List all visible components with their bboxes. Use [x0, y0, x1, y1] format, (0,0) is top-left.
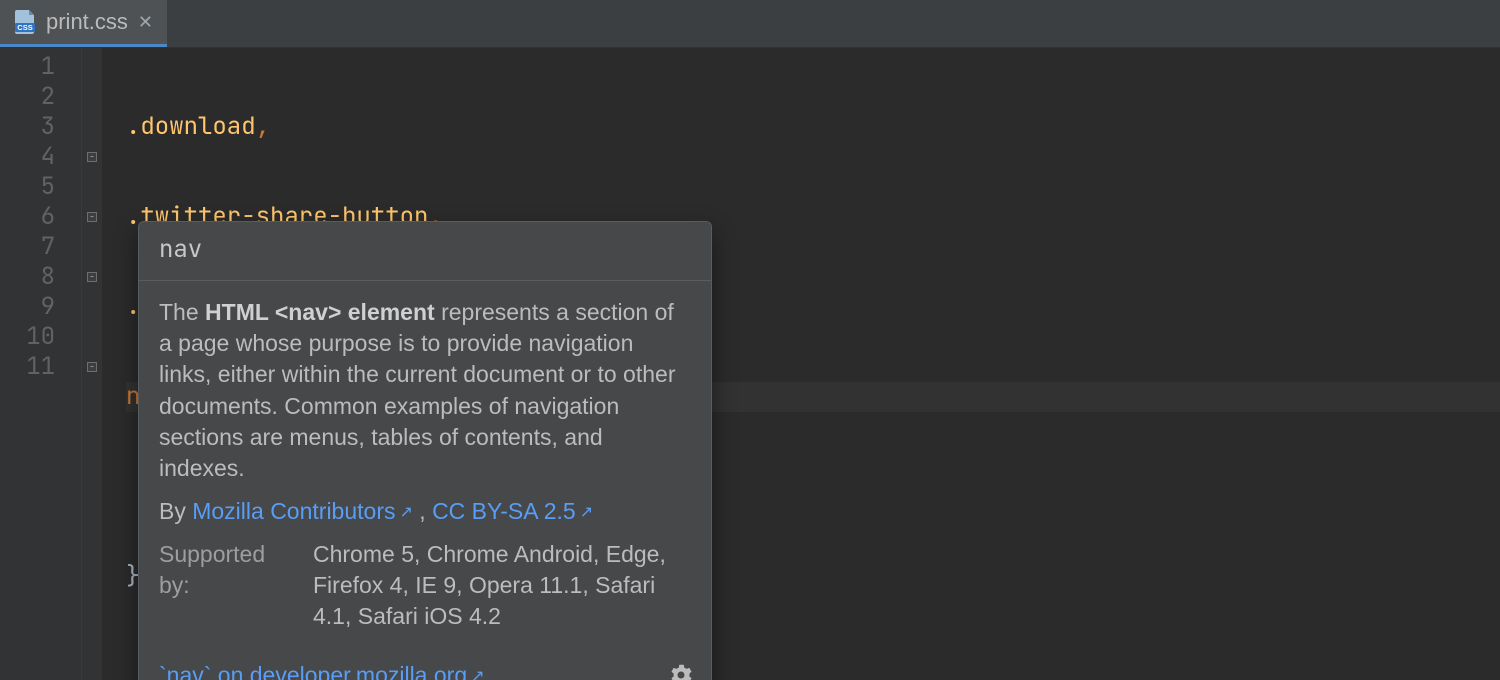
fold-open-icon[interactable]: −	[87, 152, 97, 162]
line-number: 3	[0, 112, 55, 142]
gear-icon[interactable]	[669, 663, 693, 680]
line-number: 4	[0, 142, 55, 172]
gutter: 1 2 3 4 5 6 7 8 9 10 11	[0, 48, 82, 680]
line-number: 7	[0, 232, 55, 262]
supported-values: Chrome 5, Chrome Android, Edge, Firefox …	[313, 539, 691, 632]
supported-label: Supported by:	[159, 539, 287, 632]
doc-description: The HTML <nav> element represents a sect…	[159, 297, 691, 483]
line-number: 11	[0, 352, 55, 382]
external-link-icon: ↗	[399, 502, 412, 524]
svg-text:CSS: CSS	[17, 23, 32, 32]
doc-title: nav	[139, 222, 711, 281]
line-number: 6	[0, 202, 55, 232]
quick-doc-popup: nav The HTML <nav> element represents a …	[138, 221, 712, 680]
doc-license-link[interactable]: CC BY-SA 2.5↗	[432, 498, 593, 524]
external-link-icon: ↗	[580, 502, 593, 524]
line-number: 5	[0, 172, 55, 202]
css-file-icon: CSS	[14, 10, 36, 34]
line-number: 10	[0, 322, 55, 352]
fold-strip: − − − −	[82, 48, 102, 680]
doc-body: The HTML <nav> element represents a sect…	[139, 281, 711, 659]
line-number: 8	[0, 262, 55, 292]
tab-filename: print.css	[46, 9, 128, 35]
close-icon[interactable]: ✕	[138, 12, 153, 33]
doc-author-link[interactable]: Mozilla Contributors↗	[192, 498, 413, 524]
comma: ,	[256, 111, 270, 142]
doc-byline: By Mozilla Contributors↗ , CC BY-SA 2.5↗	[159, 496, 691, 527]
css-selector: .download	[126, 111, 256, 142]
tab-bar: CSS print.css ✕	[0, 0, 1500, 48]
tab-print-css[interactable]: CSS print.css ✕	[0, 0, 167, 47]
line-number: 1	[0, 52, 55, 82]
line-number: 9	[0, 292, 55, 322]
doc-supported-by: Supported by: Chrome 5, Chrome Android, …	[159, 539, 691, 632]
fold-close-icon[interactable]: −	[87, 362, 97, 372]
fold-open-icon[interactable]: −	[87, 272, 97, 282]
external-link-icon: ↗	[471, 666, 484, 680]
code-editor[interactable]: 1 2 3 4 5 6 7 8 9 10 11 − − − − .downloa…	[0, 48, 1500, 680]
doc-mdn-link[interactable]: `nav` on developer.mozilla.org↗	[159, 660, 485, 680]
fold-close-icon[interactable]: −	[87, 212, 97, 222]
line-number: 2	[0, 82, 55, 112]
